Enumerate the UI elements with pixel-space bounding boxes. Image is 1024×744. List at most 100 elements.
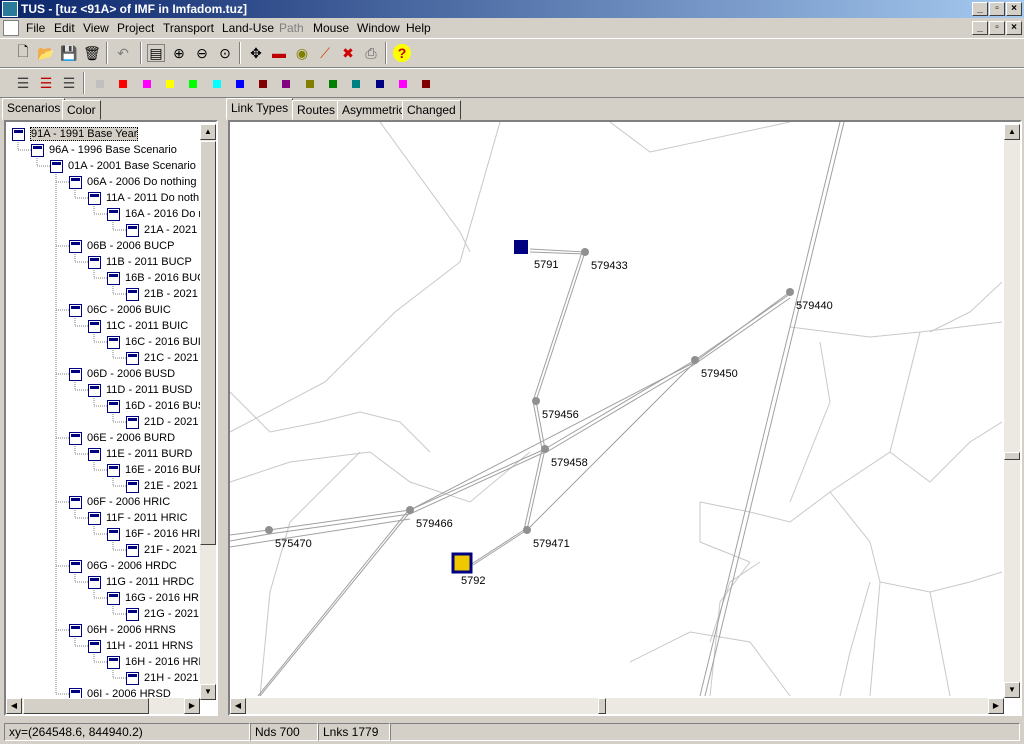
help-icon[interactable]: ?	[393, 44, 411, 62]
add-node-icon[interactable]: ◉	[293, 44, 311, 62]
tree-hscroll-thumb[interactable]	[23, 698, 149, 714]
zoom-extent-icon[interactable]: ⊙	[216, 44, 234, 62]
color-swatch[interactable]	[398, 80, 407, 88]
undo-icon[interactable]: ↶	[114, 44, 132, 62]
tree-item[interactable]: 21E - 2021	[126, 478, 198, 494]
tree-item[interactable]: 06F - 2006 HRIC	[69, 494, 170, 510]
minimize-button[interactable]: _	[972, 2, 988, 16]
document-icon[interactable]	[3, 20, 19, 36]
tree-item[interactable]: 06G - 2006 HRDC	[69, 558, 177, 574]
tree-item[interactable]: 06E - 2006 BURD	[69, 430, 175, 446]
line-style-color-icon[interactable]: ☰	[37, 74, 55, 92]
tree-item[interactable]: 06D - 2006 BUSD	[69, 366, 175, 382]
map-hscroll-thumb[interactable]	[598, 698, 606, 714]
color-swatch[interactable]	[96, 80, 104, 88]
tab-changed[interactable]: Changed	[402, 100, 461, 120]
zone-centroid[interactable]	[451, 552, 473, 574]
color-swatch[interactable]	[212, 80, 221, 88]
save-icon[interactable]: 💾	[60, 44, 78, 62]
app-icon[interactable]	[2, 1, 18, 17]
menu-land-use[interactable]: Land-Use	[222, 21, 274, 35]
tree-item[interactable]: 21B - 2021	[126, 286, 198, 302]
menu-help[interactable]: Help	[406, 21, 431, 35]
delete-icon[interactable]: 🗑	[83, 44, 101, 62]
tab-scenarios[interactable]: Scenarios	[2, 98, 66, 120]
network-node[interactable]	[406, 506, 414, 514]
network-node[interactable]	[581, 248, 589, 256]
pan-icon[interactable]: ✥	[247, 44, 265, 62]
map-vscroll-thumb[interactable]	[1004, 452, 1020, 460]
menu-mouse[interactable]: Mouse	[313, 21, 349, 35]
tree-item[interactable]: 21C - 2021	[126, 350, 198, 366]
network-node[interactable]	[523, 526, 531, 534]
map-scroll-left-icon[interactable]: ◀	[230, 698, 246, 714]
tree-item[interactable]: 06C - 2006 BUIC	[69, 302, 171, 318]
tree-item[interactable]: 11D - 2011 BUSD	[88, 382, 192, 398]
color-swatch[interactable]	[142, 80, 151, 88]
tree-item[interactable]: 06B - 2006 BUCP	[69, 238, 174, 254]
tree-item[interactable]: 21D - 2021	[126, 414, 198, 430]
zoom-in-icon[interactable]: ⊕	[170, 44, 188, 62]
tab-asymmetric[interactable]: Asymmetric	[337, 100, 410, 120]
menu-project[interactable]: Project	[117, 21, 154, 35]
zone-centroid[interactable]	[514, 240, 528, 254]
color-swatch[interactable]	[235, 80, 244, 88]
doc-minimize-button[interactable]: _	[972, 21, 988, 35]
map-horizontal-scrollbar[interactable]: ◀ ▶	[230, 698, 1004, 714]
tree-item[interactable]: 21G - 2021	[126, 606, 199, 622]
color-swatch[interactable]	[259, 80, 268, 88]
network-node[interactable]	[541, 445, 549, 453]
tree-item[interactable]: 16E - 2016 BUR	[107, 462, 205, 478]
map-canvas-panel[interactable]: 579433 579440 579450 579456 579458 579466 5794…	[228, 120, 1022, 716]
tree-item[interactable]: 11A - 2011 Do noth	[88, 190, 199, 206]
line-style-thin-icon[interactable]: ☰	[14, 74, 32, 92]
menu-file[interactable]: File	[26, 21, 45, 35]
tree-item[interactable]: 11C - 2011 BUIC	[88, 318, 188, 334]
network-node[interactable]	[691, 356, 699, 364]
tab-link-types[interactable]: Link Types	[226, 98, 294, 120]
tree-item[interactable]: 11E - 2011 BURD	[88, 446, 192, 462]
tree-item[interactable]: 06A - 2006 Do nothing	[69, 174, 196, 190]
tree-item[interactable]: 91A - 1991 Base Year	[12, 126, 139, 142]
tree-item[interactable]: 11H - 2011 HRNS	[88, 638, 193, 654]
tree-item[interactable]: 16F - 2016 HRI	[107, 526, 200, 542]
maximize-button[interactable]: ▫	[989, 2, 1005, 16]
tree-item[interactable]: 21A - 2021	[126, 222, 197, 238]
map-scroll-right-icon[interactable]: ▶	[988, 698, 1004, 714]
close-button[interactable]: ×	[1006, 2, 1022, 16]
tree-item[interactable]: 96A - 1996 Base Scenario	[31, 142, 177, 158]
menu-transport[interactable]: Transport	[163, 21, 214, 35]
color-swatch[interactable]	[165, 80, 174, 88]
color-swatch[interactable]	[375, 80, 384, 88]
edit-link-icon[interactable]: ⟋	[316, 44, 334, 62]
tree-scroll-thumb[interactable]	[200, 141, 216, 545]
menu-edit[interactable]: Edit	[54, 21, 75, 35]
menu-path[interactable]: Path	[279, 21, 304, 35]
color-swatch[interactable]	[422, 80, 431, 88]
print-icon[interactable]: ⎙	[362, 44, 380, 62]
scroll-down-icon[interactable]: ▼	[200, 684, 216, 700]
doc-restore-button[interactable]: ▫	[989, 21, 1005, 35]
tree-item[interactable]: 21F - 2021	[126, 542, 197, 558]
network-map[interactable]: 579433 579440 579450 579456 579458 579466 5794…	[230, 122, 1002, 696]
add-link-icon[interactable]: ▬	[270, 44, 288, 62]
menu-view[interactable]: View	[83, 21, 109, 35]
tree-item[interactable]: 06H - 2006 HRNS	[69, 622, 176, 638]
network-node[interactable]	[786, 288, 794, 296]
tree-vertical-scrollbar[interactable]: ▲ ▼	[200, 124, 216, 700]
doc-close-button[interactable]: ×	[1006, 21, 1022, 35]
tree-item[interactable]: 11B - 2011 BUCP	[88, 254, 192, 270]
scroll-left-icon[interactable]: ◀	[6, 698, 22, 714]
map-scroll-down-icon[interactable]: ▼	[1004, 682, 1020, 698]
map-scroll-up-icon[interactable]: ▲	[1004, 124, 1020, 140]
tree-horizontal-scrollbar[interactable]: ◀ ▶	[6, 698, 200, 714]
color-swatch[interactable]	[305, 80, 314, 88]
tree-item[interactable]: 16H - 2016 HRI	[107, 654, 201, 670]
color-swatch[interactable]	[329, 80, 337, 88]
tree-item[interactable]: 21H - 2021	[126, 670, 198, 686]
delete-link-icon[interactable]: ✖	[339, 44, 357, 62]
tree-item[interactable]: 16B - 2016 BUC	[107, 270, 205, 286]
menu-window[interactable]: Window	[357, 21, 400, 35]
color-swatch[interactable]	[189, 80, 198, 88]
scroll-right-icon[interactable]: ▶	[184, 698, 200, 714]
